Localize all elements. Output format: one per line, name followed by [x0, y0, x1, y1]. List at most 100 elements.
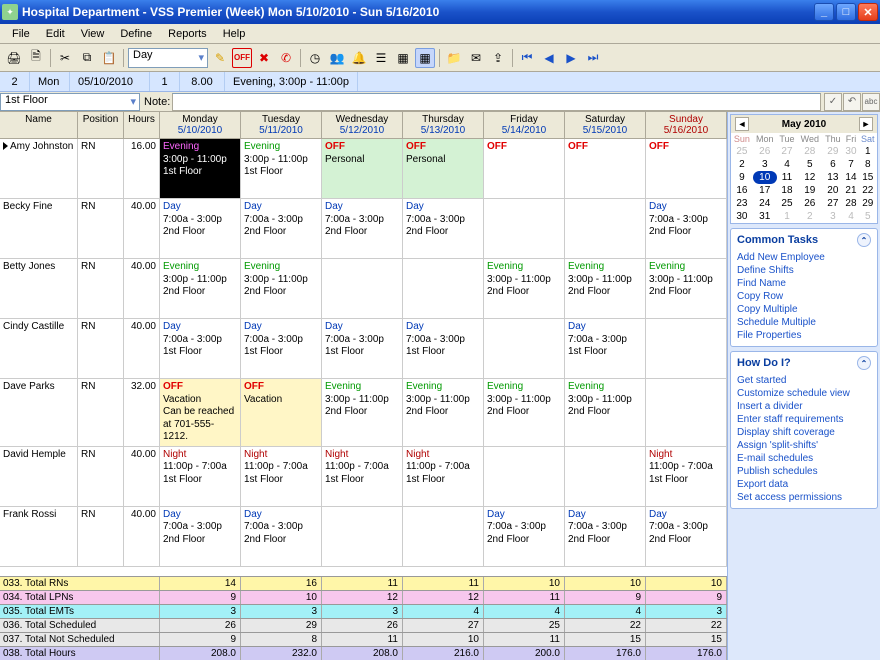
task-link[interactable]: Add New Employee [737, 251, 871, 264]
shift-cell[interactable]: Day7:00a - 3:00p1st Floor [160, 319, 241, 378]
cal-day[interactable]: 2 [797, 210, 822, 223]
calendar-icon[interactable]: ▦ [393, 48, 413, 68]
delete-icon[interactable]: ✖ [254, 48, 274, 68]
shift-cell[interactable]: Night11:00p - 7:00a1st Floor [322, 447, 403, 506]
shift-cell[interactable]: Evening3:00p - 11:00p2nd Floor [160, 259, 241, 318]
grid-icon[interactable]: ▦ [415, 48, 435, 68]
floor-select[interactable]: 1st Floor [0, 93, 140, 111]
nav-next-icon[interactable]: ▶ [561, 48, 581, 68]
cal-day[interactable]: 28 [797, 145, 822, 158]
menu-reports[interactable]: Reports [160, 26, 215, 42]
cal-day[interactable]: 13 [822, 171, 843, 184]
shift-cell[interactable]: OFF [484, 139, 565, 198]
shift-cell[interactable]: Evening3:00p - 11:00p1st Floor [241, 139, 322, 198]
cal-day[interactable]: 14 [843, 171, 858, 184]
pencil-icon[interactable]: ✎ [210, 48, 230, 68]
shift-cell[interactable]: Day7:00a - 3:00p2nd Floor [160, 199, 241, 258]
collapse-icon[interactable]: ⌃ [857, 233, 871, 247]
task-link[interactable]: Define Shifts [737, 264, 871, 277]
cal-day[interactable]: 28 [843, 197, 858, 210]
employee-name[interactable]: Becky Fine [0, 199, 78, 258]
cal-day[interactable]: 30 [731, 210, 753, 223]
menu-file[interactable]: File [4, 26, 38, 42]
shift-cell[interactable]: Evening3:00p - 11:00p2nd Floor [646, 259, 727, 318]
cal-day[interactable]: 3 [753, 158, 777, 171]
share-icon[interactable]: ⇪ [488, 48, 508, 68]
shift-cell[interactable] [403, 259, 484, 318]
shift-cell[interactable] [646, 379, 727, 446]
cal-day[interactable]: 12 [797, 171, 822, 184]
shift-cell[interactable]: Day7:00a - 3:00p1st Floor [403, 319, 484, 378]
shift-cell[interactable] [646, 319, 727, 378]
paste-icon[interactable]: 📋 [99, 48, 119, 68]
cal-day[interactable]: 21 [843, 184, 858, 197]
shift-cell[interactable]: Day7:00a - 3:00p1st Floor [565, 319, 646, 378]
shift-cell[interactable]: Night11:00p - 7:00a1st Floor [241, 447, 322, 506]
cal-prev-icon[interactable]: ◄ [735, 117, 749, 131]
shift-cell[interactable]: Evening3:00p - 11:00p2nd Floor [241, 259, 322, 318]
shift-cell[interactable]: Evening3:00p - 11:00p1st Floor [160, 139, 241, 198]
cal-day[interactable]: 2 [731, 158, 753, 171]
cal-day[interactable]: 24 [753, 197, 777, 210]
shift-cell[interactable] [565, 199, 646, 258]
shift-cell[interactable]: OFFVacationCan be reached at 701-555-121… [160, 379, 241, 446]
shift-cell[interactable]: Day7:00a - 3:00p2nd Floor [160, 507, 241, 566]
shift-select[interactable]: Day [128, 48, 208, 68]
clock-icon[interactable]: ◷ [305, 48, 325, 68]
cal-day[interactable]: 25 [731, 145, 753, 158]
shift-cell[interactable]: Evening3:00p - 11:00p2nd Floor [565, 259, 646, 318]
close-button[interactable]: ✕ [858, 3, 878, 21]
employee-name[interactable]: Dave Parks [0, 379, 78, 446]
help-link[interactable]: Enter staff requirements [737, 413, 871, 426]
cal-day[interactable]: 8 [859, 158, 877, 171]
cal-day[interactable]: 23 [731, 197, 753, 210]
cal-day[interactable]: 3 [822, 210, 843, 223]
shift-cell[interactable] [484, 199, 565, 258]
print-icon[interactable]: 🖨 [4, 48, 24, 68]
note-input[interactable] [172, 93, 821, 111]
shift-cell[interactable]: Day7:00a - 3:00p2nd Floor [403, 199, 484, 258]
shift-cell[interactable]: Day7:00a - 3:00p2nd Floor [241, 507, 322, 566]
cal-day[interactable]: 1 [777, 210, 798, 223]
shift-cell[interactable]: Night11:00p - 7:00a1st Floor [403, 447, 484, 506]
cal-day[interactable]: 6 [822, 158, 843, 171]
menu-edit[interactable]: Edit [38, 26, 73, 42]
cal-day[interactable]: 19 [797, 184, 822, 197]
task-link[interactable]: File Properties [737, 329, 871, 342]
cal-day[interactable]: 15 [859, 171, 877, 184]
shift-cell[interactable] [322, 507, 403, 566]
cut-icon[interactable]: ✂ [55, 48, 75, 68]
mail-icon[interactable]: ✉ [466, 48, 486, 68]
nav-first-icon[interactable]: ⏮ [517, 48, 537, 68]
shift-cell[interactable] [403, 507, 484, 566]
cal-day[interactable]: 27 [822, 197, 843, 210]
off-icon[interactable]: OFF [232, 48, 252, 68]
employee-name[interactable]: Betty Jones [0, 259, 78, 318]
employee-name[interactable]: Frank Rossi [0, 507, 78, 566]
list-icon[interactable]: ☰ [371, 48, 391, 68]
shift-cell[interactable] [484, 319, 565, 378]
cal-day[interactable]: 5 [859, 210, 877, 223]
shift-cell[interactable]: OFFVacation [241, 379, 322, 446]
col-header[interactable]: Position [78, 112, 124, 138]
task-link[interactable]: Find Name [737, 277, 871, 290]
shift-cell[interactable]: OFFPersonal [322, 139, 403, 198]
cal-day[interactable]: 31 [753, 210, 777, 223]
cal-day[interactable]: 4 [843, 210, 858, 223]
undo-icon[interactable]: ↶ [843, 93, 861, 111]
bell-icon[interactable]: 🔔 [349, 48, 369, 68]
col-header[interactable]: Name [0, 112, 78, 138]
employee-name[interactable]: Amy Johnston [0, 139, 78, 198]
help-link[interactable]: Assign 'split-shifts' [737, 439, 871, 452]
cal-day[interactable]: 18 [777, 184, 798, 197]
cal-day[interactable]: 10 [753, 171, 777, 184]
people-icon[interactable]: 👥 [327, 48, 347, 68]
task-link[interactable]: Copy Multiple [737, 303, 871, 316]
menu-help[interactable]: Help [215, 26, 254, 42]
maximize-button[interactable]: □ [836, 3, 856, 21]
help-link[interactable]: Customize schedule view [737, 387, 871, 400]
shift-cell[interactable]: Evening3:00p - 11:00p2nd Floor [565, 379, 646, 446]
shift-cell[interactable]: Evening3:00p - 11:00p2nd Floor [322, 379, 403, 446]
shift-cell[interactable]: Day7:00a - 3:00p2nd Floor [565, 507, 646, 566]
cal-day[interactable]: 1 [859, 145, 877, 158]
